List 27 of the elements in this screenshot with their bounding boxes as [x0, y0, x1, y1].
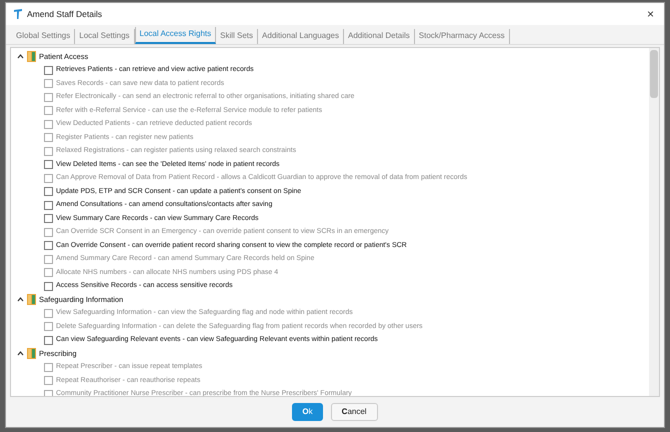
checkbox[interactable] — [44, 282, 53, 291]
scrollbar[interactable] — [649, 48, 659, 396]
checkbox[interactable] — [44, 200, 53, 210]
checkbox[interactable] — [44, 214, 53, 224]
close-button[interactable]: × — [644, 8, 656, 20]
folder-icon — [27, 294, 36, 306]
checkbox[interactable] — [44, 241, 53, 250]
tab[interactable]: Stock/Pharmacy Access — [414, 29, 510, 44]
checkbox[interactable] — [44, 66, 53, 75]
ok-button[interactable]: Ok — [292, 403, 323, 421]
checkbox[interactable] — [44, 336, 53, 345]
folder-icon — [27, 51, 36, 62]
checkbox[interactable] — [44, 187, 53, 196]
cancel-button[interactable]: Cancel — [330, 403, 378, 421]
collapse-chevron-icon[interactable] — [17, 53, 24, 60]
window-title: Amend Staff Details — [27, 8, 102, 20]
checkbox[interactable] — [44, 160, 53, 170]
tab[interactable]: Global Settings — [12, 29, 76, 44]
tab[interactable]: Local Access Rights — [134, 27, 216, 44]
tab[interactable]: Skill Sets — [216, 29, 258, 44]
collapse-chevron-icon[interactable] — [17, 350, 24, 358]
collapse-chevron-icon[interactable] — [17, 296, 24, 304]
app-logo-icon — [14, 9, 22, 19]
tab[interactable]: Additional Details — [344, 29, 415, 44]
tab[interactable]: Additional Languages — [258, 29, 344, 44]
tab[interactable]: Local Settings — [75, 29, 135, 44]
folder-icon — [27, 348, 36, 360]
